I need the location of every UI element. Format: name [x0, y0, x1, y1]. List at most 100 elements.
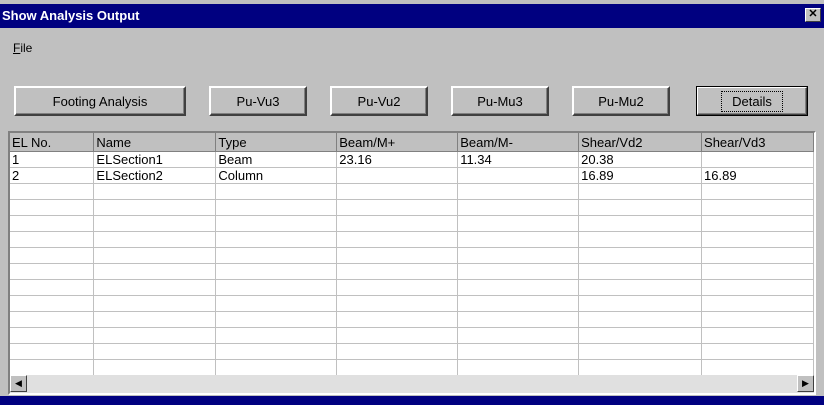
table-cell[interactable]	[457, 295, 580, 312]
table-row[interactable]	[10, 343, 814, 360]
table-cell[interactable]	[701, 247, 814, 264]
table-cell[interactable]	[336, 231, 459, 248]
table-cell[interactable]	[701, 311, 814, 328]
table-row[interactable]	[10, 215, 814, 232]
table-cell[interactable]	[215, 215, 338, 232]
table-cell[interactable]	[93, 359, 217, 376]
table-cell[interactable]	[457, 183, 580, 200]
table-cell[interactable]: 20.38	[578, 151, 703, 168]
table-cell[interactable]	[10, 311, 95, 328]
table-cell[interactable]	[701, 327, 814, 344]
table-cell[interactable]	[10, 183, 95, 200]
column-header-el-no[interactable]: EL No.	[10, 133, 95, 152]
table-cell[interactable]	[93, 215, 217, 232]
table-cell[interactable]	[457, 279, 580, 296]
table-cell[interactable]	[93, 231, 217, 248]
pu-vu2-button[interactable]: Pu-Vu2	[330, 86, 428, 116]
table-cell[interactable]	[93, 183, 217, 200]
table-cell[interactable]	[215, 311, 338, 328]
column-header-type[interactable]: Type	[215, 133, 338, 152]
table-cell[interactable]	[701, 359, 814, 376]
table-row[interactable]	[10, 359, 814, 376]
scroll-left-button[interactable]: ◀	[10, 375, 27, 392]
table-cell[interactable]	[336, 311, 459, 328]
table-cell[interactable]	[336, 167, 459, 184]
table-cell[interactable]: ELSection2	[93, 167, 217, 184]
table-cell[interactable]	[457, 327, 580, 344]
menu-file[interactable]: File	[13, 41, 32, 55]
column-header-beam-m-plus[interactable]: Beam/M+	[336, 133, 459, 152]
column-header-name[interactable]: Name	[93, 133, 217, 152]
table-cell[interactable]	[457, 231, 580, 248]
table-cell[interactable]	[701, 279, 814, 296]
table-cell[interactable]	[10, 199, 95, 216]
table-row[interactable]	[10, 263, 814, 280]
table-cell[interactable]: 11.34	[457, 151, 580, 168]
table-cell[interactable]	[578, 263, 703, 280]
table-cell[interactable]	[10, 263, 95, 280]
pu-mu3-button[interactable]: Pu-Mu3	[451, 86, 549, 116]
table-cell[interactable]	[10, 231, 95, 248]
table-cell[interactable]	[10, 279, 95, 296]
table-cell[interactable]	[578, 279, 703, 296]
table-cell[interactable]	[215, 343, 338, 360]
table-cell[interactable]	[10, 215, 95, 232]
table-cell[interactable]	[457, 359, 580, 376]
table-cell[interactable]: Column	[215, 167, 338, 184]
table-row[interactable]: 1 ELSection1 Beam 23.16 11.34 20.38	[10, 151, 814, 168]
table-cell[interactable]: 16.89	[578, 167, 703, 184]
table-cell[interactable]	[93, 199, 217, 216]
table-cell[interactable]	[578, 199, 703, 216]
table-cell[interactable]	[93, 279, 217, 296]
table-row[interactable]	[10, 183, 814, 200]
table-cell[interactable]	[93, 311, 217, 328]
table-cell[interactable]: ELSection1	[93, 151, 217, 168]
table-cell[interactable]	[215, 263, 338, 280]
table-cell[interactable]	[457, 343, 580, 360]
table-cell[interactable]	[336, 263, 459, 280]
results-grid[interactable]: EL No. Name Type Beam/M+ Beam/M- Shear/V…	[8, 131, 816, 395]
table-cell[interactable]	[457, 215, 580, 232]
table-cell[interactable]	[10, 343, 95, 360]
table-cell[interactable]	[578, 247, 703, 264]
close-button[interactable]: ✕	[805, 8, 821, 22]
column-header-beam-m-minus[interactable]: Beam/M-	[457, 133, 580, 152]
column-header-shear-vd3[interactable]: Shear/Vd3	[701, 133, 814, 152]
table-cell[interactable]	[336, 247, 459, 264]
table-cell[interactable]	[578, 295, 703, 312]
table-cell[interactable]	[336, 279, 459, 296]
table-row[interactable]	[10, 231, 814, 248]
table-cell[interactable]	[215, 279, 338, 296]
table-cell[interactable]	[701, 199, 814, 216]
table-cell[interactable]	[215, 295, 338, 312]
column-header-shear-vd2[interactable]: Shear/Vd2	[578, 133, 703, 152]
table-cell[interactable]	[457, 311, 580, 328]
table-cell[interactable]	[701, 215, 814, 232]
table-cell[interactable]: 16.89	[701, 167, 814, 184]
table-cell[interactable]	[701, 343, 814, 360]
table-cell[interactable]	[215, 231, 338, 248]
table-row[interactable]	[10, 279, 814, 296]
table-cell[interactable]	[93, 343, 217, 360]
table-cell[interactable]	[457, 263, 580, 280]
table-cell[interactable]	[10, 327, 95, 344]
table-cell[interactable]	[701, 231, 814, 248]
details-button[interactable]: Details	[696, 86, 808, 116]
horizontal-scrollbar[interactable]: ◀ ▶	[10, 375, 814, 393]
table-row[interactable]: 2 ELSection2 Column 16.89 16.89	[10, 167, 814, 184]
table-cell[interactable]	[578, 231, 703, 248]
table-cell[interactable]	[578, 343, 703, 360]
table-cell[interactable]	[578, 183, 703, 200]
table-cell[interactable]	[701, 151, 814, 168]
table-cell[interactable]	[93, 327, 217, 344]
table-cell[interactable]	[457, 247, 580, 264]
table-row[interactable]	[10, 295, 814, 312]
table-cell[interactable]	[215, 199, 338, 216]
scroll-right-button[interactable]: ▶	[797, 375, 814, 392]
table-cell[interactable]	[701, 183, 814, 200]
table-cell[interactable]	[701, 263, 814, 280]
table-row[interactable]	[10, 311, 814, 328]
table-cell[interactable]	[457, 199, 580, 216]
table-cell[interactable]	[336, 295, 459, 312]
footing-analysis-button[interactable]: Footing Analysis	[14, 86, 186, 116]
